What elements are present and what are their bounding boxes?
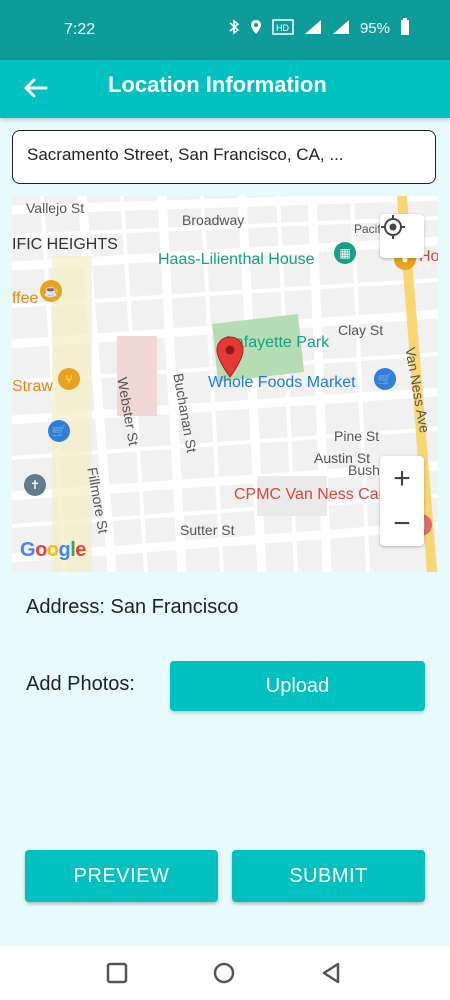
google-logo: Google xyxy=(20,539,86,561)
map-label-haas-lilienthal: Haas-Lilienthal House xyxy=(158,251,315,268)
location-search-value: Sacramento Street, San Francisco, CA, ..… xyxy=(27,145,344,164)
map-label-clay: Clay St xyxy=(338,322,384,338)
app-bar: Location Information xyxy=(0,60,450,118)
location-search-input[interactable]: Sacramento Street, San Francisco, CA, ..… xyxy=(12,130,436,184)
map-label-pacific-heights: IFIC HEIGHTS xyxy=(12,236,118,253)
map-label-broadway: Broadway xyxy=(182,212,245,228)
add-photos-label: Add Photos: xyxy=(26,673,135,695)
page-title: Location Information xyxy=(108,72,327,97)
status-time: 7:22 xyxy=(64,21,96,38)
location-icon xyxy=(250,19,262,38)
address-text: Address: San Francisco xyxy=(26,596,239,618)
preview-button-label: PREVIEW xyxy=(73,864,170,887)
battery-icon xyxy=(400,18,410,39)
coffee-poi-icon[interactable]: ☕ xyxy=(40,280,62,302)
bluetooth-icon xyxy=(228,19,240,38)
zoom-in-button[interactable]: + xyxy=(380,456,424,501)
square-icon xyxy=(106,962,128,984)
zoom-controls: + − xyxy=(380,456,424,546)
submit-button-label: SUBMIT xyxy=(289,864,368,887)
map-label-sutter: Sutter St xyxy=(180,522,235,538)
map-label-straw: Straw xyxy=(12,378,53,395)
grocery-poi-icon[interactable]: 🛒 xyxy=(374,368,396,390)
map-label-pine: Pine St xyxy=(334,428,380,444)
map-view[interactable]: Vallejo St Broadway IFIC HEIGHTS Haas-Li… xyxy=(12,196,438,572)
system-nav-bar xyxy=(0,946,450,1000)
church-poi-icon[interactable]: ✝ xyxy=(24,474,46,496)
signal-4g-icon xyxy=(332,19,350,38)
shopping-cart-poi-icon[interactable]: 🛒 xyxy=(48,420,70,442)
map-label-coffee: ffee xyxy=(12,290,39,307)
status-bar: 7:22 HD 95% xyxy=(0,0,450,60)
minus-icon: − xyxy=(393,506,411,540)
circle-icon xyxy=(213,962,235,984)
recent-apps-button[interactable] xyxy=(104,960,130,986)
submit-button[interactable]: SUBMIT xyxy=(232,850,425,902)
hd-icon: HD xyxy=(272,19,294,38)
back-nav-button[interactable] xyxy=(318,960,344,986)
signal-icon xyxy=(304,19,322,38)
crosshair-icon xyxy=(381,215,405,239)
museum-poi-icon[interactable]: ▦ xyxy=(334,242,356,264)
plus-icon: + xyxy=(393,461,411,495)
upload-button-label: Upload xyxy=(265,674,330,697)
map-label-vallejo: Vallejo St xyxy=(26,200,85,216)
upload-button[interactable]: Upload xyxy=(170,661,425,711)
triangle-back-icon xyxy=(322,962,340,984)
status-icons: HD 95% xyxy=(228,18,410,39)
home-button[interactable] xyxy=(211,960,237,986)
arrow-left-icon xyxy=(24,78,48,98)
battery-level: 95% xyxy=(359,20,390,37)
back-button[interactable] xyxy=(20,72,52,104)
zoom-out-button[interactable]: − xyxy=(380,501,424,546)
preview-button[interactable]: PREVIEW xyxy=(25,850,218,902)
svg-text:HD: HD xyxy=(276,23,289,33)
restaurant-poi-icon[interactable]: ⑂ xyxy=(58,368,80,390)
my-location-button[interactable] xyxy=(380,214,424,258)
